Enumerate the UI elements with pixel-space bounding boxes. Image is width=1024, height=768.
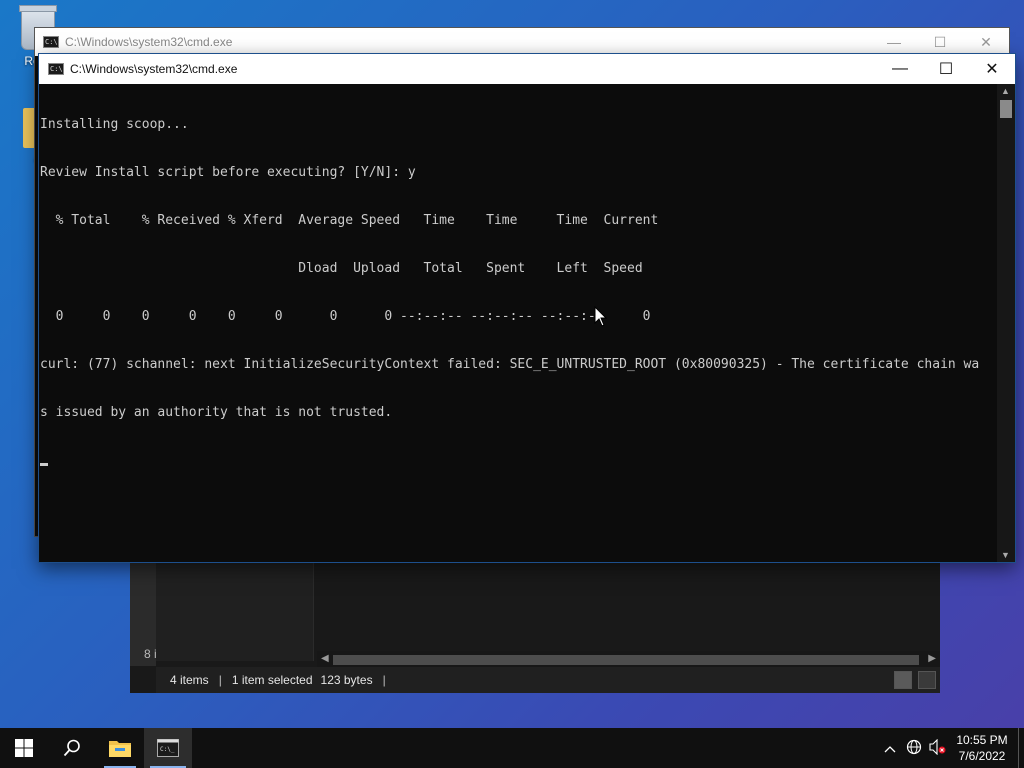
console-line: % Total % Received % Xferd Average Speed… (40, 213, 659, 228)
console-line: Dload Upload Total Spent Left Speed (40, 261, 643, 276)
svg-text:C:\_: C:\_ (160, 746, 175, 753)
network-globe-icon[interactable] (902, 739, 926, 758)
minimize-button[interactable]: — (877, 54, 923, 84)
details-view-icon[interactable] (894, 671, 912, 689)
cmd-title: C:\Windows\system32\cmd.exe (70, 62, 238, 76)
status-separator-2: | (382, 673, 386, 687)
cmd-app-icon: C:\ (48, 63, 64, 75)
cmd-app-icon: C:\ (43, 36, 59, 48)
show-desktop-button[interactable] (1018, 728, 1024, 768)
terminal-icon: C:\_ (157, 739, 179, 757)
mouse-pointer-icon (594, 306, 608, 327)
explorer-status-bar: 4 items | 1 item selected 123 bytes | (156, 667, 940, 693)
close-button[interactable]: ✕ (963, 28, 1009, 56)
explorer-item-count: 8 i (144, 647, 157, 661)
console-output[interactable]: Installing scoop... Review Install scrip… (39, 84, 997, 562)
minimize-button[interactable]: — (871, 28, 917, 56)
console-line: curl: (77) schannel: next InitializeSecu… (40, 357, 980, 372)
scroll-right-icon[interactable]: ▶ (928, 653, 936, 664)
clock[interactable]: 10:55 PM 7/6/2022 (950, 732, 1014, 764)
folder-icon (109, 741, 131, 757)
close-button[interactable]: ✕ (969, 54, 1015, 84)
volume-muted-icon[interactable] (926, 738, 950, 758)
background-cmd-titlebar[interactable]: C:\ C:\Windows\system32\cmd.exe — ☐ ✕ (35, 28, 1009, 56)
search-icon (63, 739, 80, 757)
search-button[interactable] (48, 728, 96, 768)
windows-logo-icon (15, 739, 33, 757)
chevron-up-icon[interactable] (878, 740, 902, 756)
status-separator: | (218, 673, 222, 687)
clock-date: 7/6/2022 (958, 749, 1006, 763)
console-line: Installing scoop... (40, 117, 189, 132)
clock-time: 10:55 PM (956, 733, 1008, 747)
scroll-up-icon[interactable]: ▲ (1001, 86, 1010, 96)
console-line: s issued by an authority that is not tru… (40, 405, 393, 420)
cmd-window[interactable]: C:\ C:\Windows\system32\cmd.exe — ☐ ✕ In… (38, 53, 1016, 563)
status-selected: 1 item selected (231, 673, 313, 687)
cmd-titlebar[interactable]: C:\ C:\Windows\system32\cmd.exe — ☐ ✕ (39, 54, 1015, 84)
text-cursor (40, 463, 48, 466)
console-line: 0 0 0 0 0 0 0 0 --:--:-- --:--:-- --:--:… (40, 309, 651, 324)
vertical-scrollbar[interactable]: ▲ ▼ (997, 84, 1015, 562)
maximize-button[interactable]: ☐ (917, 28, 963, 56)
taskbar-cmd[interactable]: C:\_ (144, 728, 192, 768)
taskbar: C:\_ 10:55 PM 7/6/2022 (0, 728, 1024, 768)
scroll-down-icon[interactable]: ▼ (1001, 550, 1010, 560)
background-cmd-title: C:\Windows\system32\cmd.exe (65, 35, 233, 49)
start-button[interactable] (0, 728, 48, 768)
scrollbar-thumb[interactable] (1000, 100, 1012, 118)
taskbar-file-explorer[interactable] (96, 728, 144, 768)
system-tray: 10:55 PM 7/6/2022 (878, 728, 1024, 768)
maximize-button[interactable]: ☐ (923, 54, 969, 84)
scrollbar-thumb[interactable] (333, 655, 919, 665)
console-cursor-line (40, 453, 997, 469)
console-line: Review Install script before executing? … (40, 165, 416, 180)
scroll-left-icon[interactable]: ◀ (321, 653, 329, 664)
status-size: 123 bytes (320, 673, 373, 687)
large-icons-view-icon[interactable] (918, 671, 936, 689)
explorer-navigation-pane[interactable] (156, 563, 314, 661)
file-explorer-window[interactable]: 8 i ◀ ▶ 4 items | 1 item selected 123 by… (130, 563, 940, 693)
status-items-count: 4 items (170, 673, 209, 687)
